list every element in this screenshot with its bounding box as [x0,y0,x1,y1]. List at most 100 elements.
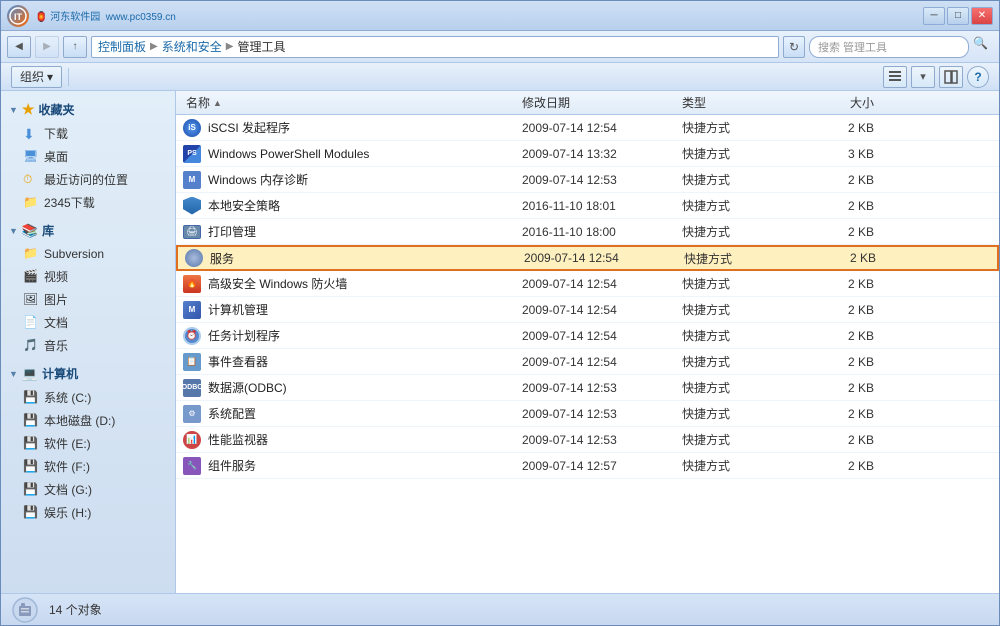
refresh-button[interactable]: ↻ [783,36,805,58]
table-row[interactable]: ⚙ 系统配置 2009-07-14 12:53 快捷方式 2 KB [176,401,999,427]
col-type-header[interactable]: 类型 [682,94,802,111]
search-box[interactable]: 搜索 管理工具 [809,36,969,58]
table-row[interactable]: ODBC 数据源(ODBC) 2009-07-14 12:53 快捷方式 2 K… [176,375,999,401]
col-name-header[interactable]: 名称 ▲ [182,94,522,111]
sidebar-libraries-section: ▼ 📚 库 📁 Subversion 🎬 视频 🖼 图片 📄 [1,218,175,357]
file-icon: 📋 [182,352,202,372]
path-system-security[interactable]: 系统和安全 [162,38,222,55]
sidebar-item-pictures[interactable]: 🖼 图片 [1,288,175,311]
table-row[interactable]: 🖨 打印管理 2016-11-10 18:00 快捷方式 2 KB [176,219,999,245]
col-size-header[interactable]: 大小 [802,94,882,111]
file-name: Windows PowerShell Modules [208,147,369,161]
address-path[interactable]: 控制面板 ▶ 系统和安全 ▶ 管理工具 [91,36,779,58]
favorites-label: 收藏夹 [38,101,74,118]
g-drive-label: 文档 (G:) [44,481,92,498]
file-size: 2 KB [802,225,882,239]
file-name: 性能监视器 [208,431,268,448]
table-row[interactable]: M 计算机管理 2009-07-14 12:54 快捷方式 2 KB [176,297,999,323]
col-date-header[interactable]: 修改日期 [522,94,682,111]
computer-icon: 💻 [22,366,38,382]
main-content: ▼ ★ 收藏夹 ⬇ 下载 🖥 桌面 ⏱ 最近访问的位置 📁 [1,91,999,593]
sidebar-item-e-drive[interactable]: 💾 软件 (E:) [1,432,175,455]
file-name-cell: PS Windows PowerShell Modules [182,144,522,164]
file-icon [182,196,202,216]
brand-text: 🏮 河东软件园 www.pc0359.cn [35,8,176,23]
sidebar-item-f-drive[interactable]: 💾 软件 (F:) [1,455,175,478]
downloads-label: 下载 [44,125,68,142]
sidebar-item-g-drive[interactable]: 💾 文档 (G:) [1,478,175,501]
libraries-arrow: ▼ [9,226,18,236]
column-header: 名称 ▲ 修改日期 类型 大小 [176,91,999,115]
sidebar-item-music[interactable]: 🎵 音乐 [1,334,175,357]
sidebar-item-desktop[interactable]: 🖥 桌面 [1,145,175,168]
table-row[interactable]: M Windows 内存诊断 2009-07-14 12:53 快捷方式 2 K… [176,167,999,193]
view-details-button[interactable] [883,66,907,88]
file-type: 快捷方式 [684,250,804,267]
sidebar: ▼ ★ 收藏夹 ⬇ 下载 🖥 桌面 ⏱ 最近访问的位置 📁 [1,91,176,593]
help-button[interactable]: ? [967,66,989,88]
table-row[interactable]: iS iSCSI 发起程序 2009-07-14 12:54 快捷方式 2 KB [176,115,999,141]
window-controls: ─ □ ✕ [923,7,993,25]
file-name-cell: M Windows 内存诊断 [182,170,522,190]
svg-text:IT: IT [14,12,23,22]
sidebar-item-2345downloads[interactable]: 📁 2345下载 [1,191,175,214]
f-drive-label: 软件 (F:) [44,458,90,475]
table-row[interactable]: PS Windows PowerShell Modules 2009-07-14… [176,141,999,167]
file-list-area: 名称 ▲ 修改日期 类型 大小 iS iSCSI 发起程序 2009-07-14… [176,91,999,593]
organize-dropdown-arrow: ▾ [47,70,53,84]
maximize-button[interactable]: □ [947,7,969,25]
music-label: 音乐 [44,337,68,354]
sidebar-item-docs[interactable]: 📄 文档 [1,311,175,334]
minimize-button[interactable]: ─ [923,7,945,25]
docs-icon: 📄 [23,315,39,331]
close-button[interactable]: ✕ [971,7,993,25]
sidebar-favorites-header[interactable]: ▼ ★ 收藏夹 [1,97,175,122]
sidebar-item-recent[interactable]: ⏱ 最近访问的位置 [1,168,175,191]
c-drive-label: 系统 (C:) [44,389,91,406]
c-drive-icon: 💾 [23,390,39,406]
file-type: 快捷方式 [682,327,802,344]
sidebar-computer-header[interactable]: ▼ 💻 计算机 [1,361,175,386]
file-type: 快捷方式 [682,379,802,396]
table-row[interactable]: 服务 2009-07-14 12:54 快捷方式 2 KB [176,245,999,271]
status-count: 14 个对象 [49,601,102,618]
file-size: 2 KB [802,303,882,317]
file-icon: iS [182,118,202,138]
libraries-label: 库 [42,222,54,239]
downloads-icon: ⬇ [23,126,39,142]
table-row[interactable]: 📋 事件查看器 2009-07-14 12:54 快捷方式 2 KB [176,349,999,375]
table-row[interactable]: 本地安全策略 2016-11-10 18:01 快捷方式 2 KB [176,193,999,219]
sidebar-libraries-header[interactable]: ▼ 📚 库 [1,218,175,243]
sidebar-item-video[interactable]: 🎬 视频 [1,265,175,288]
music-icon: 🎵 [23,338,39,354]
sidebar-item-d-drive[interactable]: 💾 本地磁盘 (D:) [1,409,175,432]
search-button[interactable]: 🔍 [973,36,993,58]
2345-icon: 📁 [23,195,39,211]
back-button[interactable]: ◀ [7,36,31,58]
table-row[interactable]: 🔧 组件服务 2009-07-14 12:57 快捷方式 2 KB [176,453,999,479]
video-icon: 🎬 [23,269,39,285]
table-row[interactable]: 📊 性能监视器 2009-07-14 12:53 快捷方式 2 KB [176,427,999,453]
file-name: 高级安全 Windows 防火墙 [208,275,347,292]
file-date: 2009-07-14 12:53 [522,407,682,421]
preview-pane-button[interactable] [939,66,963,88]
table-row[interactable]: 🔥 高级安全 Windows 防火墙 2009-07-14 12:54 快捷方式… [176,271,999,297]
forward-button[interactable]: ▶ [35,36,59,58]
sidebar-item-c-drive[interactable]: 💾 系统 (C:) [1,386,175,409]
file-date: 2009-07-14 12:53 [522,433,682,447]
view-dropdown-button[interactable]: ▾ [911,66,935,88]
sidebar-item-subversion[interactable]: 📁 Subversion [1,243,175,265]
file-size: 2 KB [802,277,882,291]
table-row[interactable]: ⏰ 任务计划程序 2009-07-14 12:54 快捷方式 2 KB [176,323,999,349]
up-button[interactable]: ↑ [63,36,87,58]
e-drive-label: 软件 (E:) [44,435,91,452]
path-control-panel[interactable]: 控制面板 [98,38,146,55]
sidebar-item-h-drive[interactable]: 💾 娱乐 (H:) [1,501,175,524]
sidebar-item-downloads[interactable]: ⬇ 下载 [1,122,175,145]
organize-button[interactable]: 组织 ▾ [11,66,62,88]
file-name-cell: iS iSCSI 发起程序 [182,118,522,138]
file-name-cell: 🔥 高级安全 Windows 防火墙 [182,274,522,294]
file-rows-container: iS iSCSI 发起程序 2009-07-14 12:54 快捷方式 2 KB… [176,115,999,479]
video-label: 视频 [44,268,68,285]
file-size: 2 KB [802,433,882,447]
